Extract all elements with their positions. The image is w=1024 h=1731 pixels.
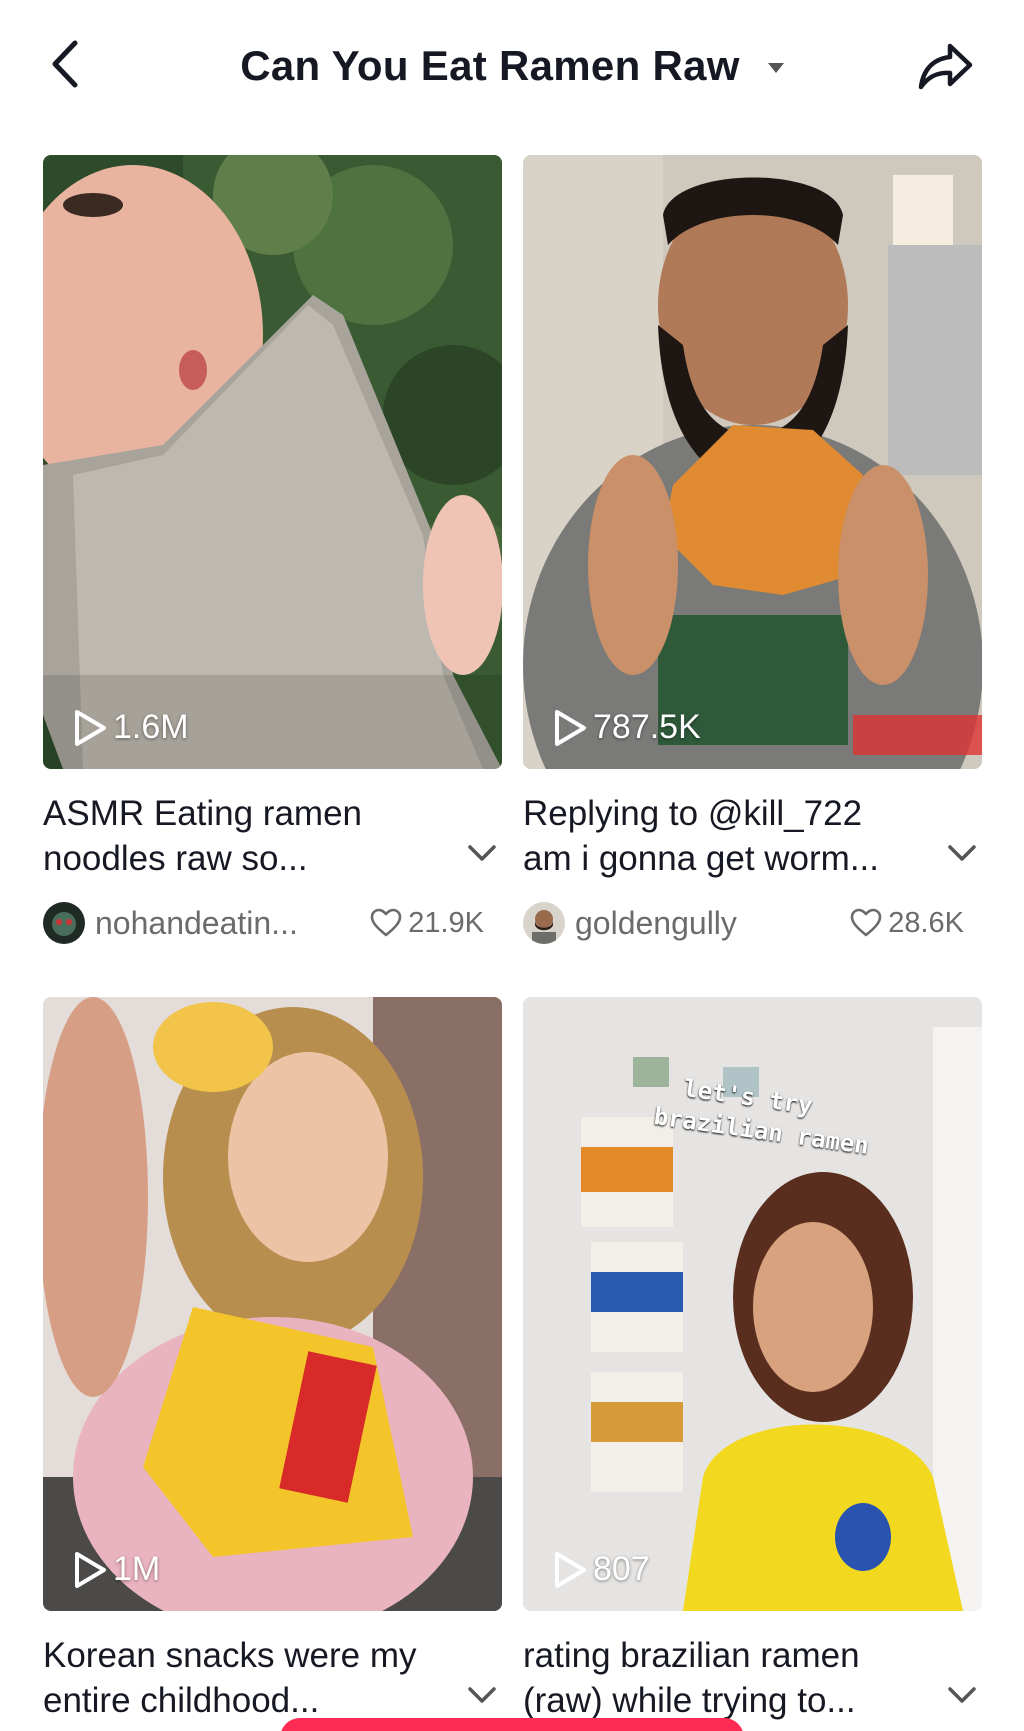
video-card[interactable]: let's try brazilian ramen 807 rating bra… [523, 997, 982, 1723]
thumbnail-image [43, 155, 502, 769]
video-thumbnail[interactable]: 1.6M [43, 155, 502, 769]
view-count-text: 787.5K [593, 708, 701, 746]
video-thumbnail[interactable]: let's try brazilian ramen 807 [523, 997, 982, 1611]
video-card[interactable]: 1.6M ASMR Eating ramen noodles raw so...… [43, 155, 502, 945]
avatar[interactable] [523, 902, 565, 944]
thumbnail-image [523, 155, 982, 769]
like-count: 21.9K [370, 901, 484, 945]
play-outline-icon [75, 1551, 106, 1588]
avatar[interactable] [43, 902, 85, 944]
caption-line: am i gonna get worm... [523, 839, 879, 878]
view-count: 1.6M [73, 708, 189, 747]
share-arrow-icon [918, 43, 973, 90]
share-button[interactable] [914, 36, 978, 96]
floating-action-pill[interactable] [280, 1718, 744, 1731]
chevron-down-icon[interactable] [946, 841, 978, 865]
username[interactable]: goldengully [575, 905, 737, 942]
video-thumbnail[interactable]: 787.5K [523, 155, 982, 769]
like-count-text: 28.6K [888, 906, 964, 939]
view-count-text: 807 [593, 1550, 650, 1588]
view-count: 807 [553, 1550, 650, 1589]
video-caption[interactable]: Replying to @kill_722 am i gonna get wor… [523, 791, 918, 881]
play-outline-icon [75, 709, 106, 746]
caption-line: entire childhood... [43, 1681, 320, 1720]
caption-line: Korean snacks were my [43, 1636, 417, 1675]
title-dropdown[interactable]: Can You Eat Ramen Raw [0, 36, 1024, 96]
video-card[interactable]: 1M Korean snacks were my entire childhoo… [43, 997, 502, 1723]
caret-down-icon [767, 63, 784, 73]
like-count-text: 21.9K [408, 906, 484, 939]
username[interactable]: nohandeatin... [95, 905, 298, 942]
caption-line: Replying to @kill_722 [523, 794, 863, 833]
view-count-text: 1M [113, 1550, 161, 1588]
video-thumbnail[interactable]: 1M [43, 997, 502, 1611]
chevron-down-icon[interactable] [946, 1683, 978, 1707]
top-bar: Can You Eat Ramen Raw [0, 0, 1024, 130]
thumbnail-image [43, 997, 502, 1611]
play-outline-icon [555, 709, 586, 746]
caption-line: (raw) while trying to... [523, 1681, 856, 1720]
caption-line: rating brazilian ramen [523, 1636, 860, 1675]
view-count: 1M [73, 1550, 160, 1589]
caption-line: ASMR Eating ramen [43, 794, 363, 833]
video-caption[interactable]: Korean snacks were my entire childhood..… [43, 1633, 438, 1723]
video-caption[interactable]: ASMR Eating ramen noodles raw so... [43, 791, 438, 881]
heart-outline-icon [850, 908, 882, 937]
view-count-text: 1.6M [113, 708, 189, 746]
video-card[interactable]: 787.5K Replying to @kill_722 am i gonna … [523, 155, 982, 945]
like-count: 28.6K [850, 901, 964, 945]
page-title: Can You Eat Ramen Raw [240, 42, 740, 89]
video-caption[interactable]: rating brazilian ramen (raw) while tryin… [523, 1633, 918, 1723]
chevron-down-icon[interactable] [466, 1683, 498, 1707]
caption-line: noodles raw so... [43, 839, 308, 878]
view-count: 787.5K [553, 708, 701, 747]
play-outline-icon [555, 1551, 586, 1588]
chevron-down-icon[interactable] [466, 841, 498, 865]
heart-outline-icon [370, 908, 402, 937]
